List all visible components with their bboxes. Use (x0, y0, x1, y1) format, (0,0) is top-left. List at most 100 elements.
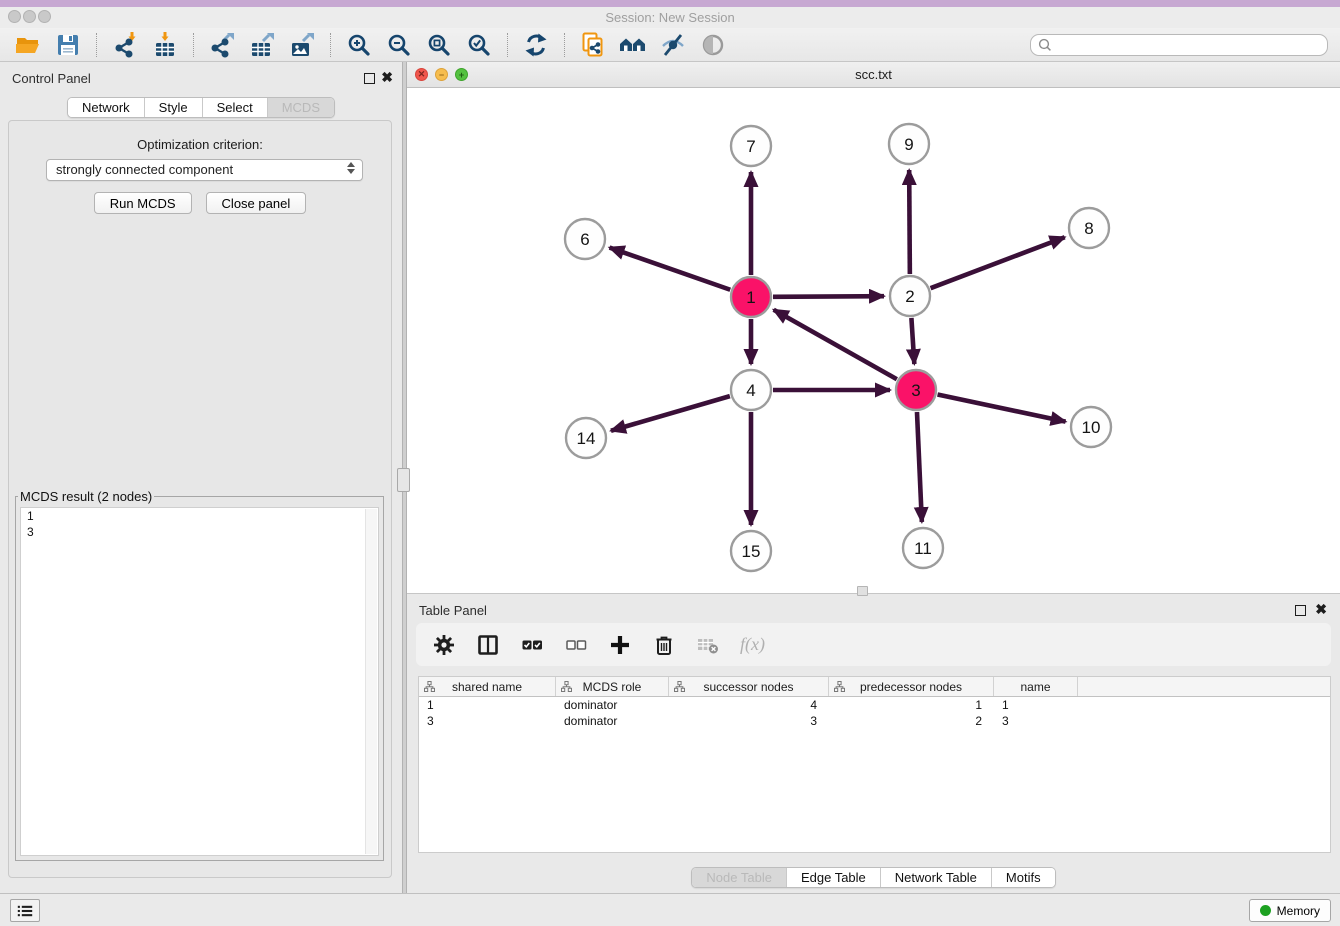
node-11[interactable]: 11 (903, 528, 943, 568)
float-table-panel-icon[interactable] (1295, 605, 1306, 616)
node-1[interactable]: 1 (731, 277, 771, 317)
result-scrollbar[interactable] (365, 509, 377, 854)
column-header-shared-name[interactable]: shared name (419, 677, 556, 696)
tab-edge-table[interactable]: Edge Table (786, 868, 880, 887)
node-label: 1 (746, 288, 755, 307)
network-overview-button[interactable] (619, 31, 647, 59)
edge-1-6[interactable] (610, 248, 731, 290)
edge-3-10[interactable] (938, 395, 1066, 422)
node-label: 15 (742, 542, 761, 561)
show-columns-button[interactable] (476, 633, 500, 657)
edge-4-14[interactable] (611, 396, 730, 431)
statusbar: Memory (0, 893, 1340, 926)
refresh-button[interactable] (522, 31, 550, 59)
float-panel-icon[interactable] (364, 73, 375, 84)
edge-2-3[interactable] (911, 318, 914, 364)
criterion-select[interactable]: strongly connected component (46, 159, 363, 181)
delete-table-button[interactable] (696, 633, 720, 657)
zoom-fit-button[interactable] (425, 31, 453, 59)
table-settings-button[interactable] (432, 633, 456, 657)
edge-2-8[interactable] (931, 237, 1065, 288)
table-cell: 3 (419, 714, 556, 728)
task-history-button[interactable] (10, 899, 40, 922)
vertical-splitter-handle[interactable] (397, 468, 410, 492)
node-2[interactable]: 2 (890, 276, 930, 316)
tab-select[interactable]: Select (202, 98, 267, 117)
node-10[interactable]: 10 (1071, 407, 1111, 447)
node-14[interactable]: 14 (566, 418, 606, 458)
import-network-button[interactable] (111, 31, 139, 59)
tab-network[interactable]: Network (68, 98, 144, 117)
import-table-button[interactable] (151, 31, 179, 59)
hierarchy-icon (424, 681, 435, 692)
network-canvas[interactable]: 7 9 6 8 1 2 4 3 14 10 15 11 (407, 88, 1340, 593)
close-panel-icon[interactable]: ✖ (381, 70, 393, 84)
node-label: 3 (911, 381, 920, 400)
control-panel-title: Control Panel (12, 71, 91, 86)
edge-2-9[interactable] (909, 170, 910, 274)
tab-style[interactable]: Style (144, 98, 202, 117)
zoom-selected-button[interactable] (465, 31, 493, 59)
close-table-panel-icon[interactable]: ✖ (1315, 602, 1327, 616)
edge-1-2[interactable] (773, 296, 884, 297)
table-panel-title: Table Panel (419, 603, 487, 618)
clone-network-button[interactable] (579, 31, 607, 59)
memory-button[interactable]: Memory (1249, 899, 1331, 922)
control-panel: Control Panel ✖ NetworkStyleSelectMCDS O… (0, 62, 402, 893)
node-7[interactable]: 7 (731, 126, 771, 166)
node-8[interactable]: 8 (1069, 208, 1109, 248)
zoom-out-button[interactable] (385, 31, 413, 59)
mcds-tab-content: Optimization criterion: strongly connect… (8, 120, 392, 878)
close-panel-button[interactable]: Close panel (206, 192, 307, 214)
add-column-button[interactable] (608, 633, 632, 657)
table-row[interactable]: 3dominator323 (419, 713, 1330, 729)
open-session-button[interactable] (14, 31, 42, 59)
save-session-button[interactable] (54, 31, 82, 59)
delete-column-button[interactable] (652, 633, 676, 657)
column-header-name[interactable]: name (994, 677, 1078, 696)
import-table-icon (152, 32, 178, 58)
node-3[interactable]: 3 (896, 370, 936, 410)
column-header-predecessor-nodes[interactable]: predecessor nodes (829, 677, 994, 696)
hierarchy-icon (561, 681, 572, 692)
edge-3-1[interactable] (774, 310, 897, 379)
run-mcds-button[interactable]: Run MCDS (94, 192, 192, 214)
tab-motifs[interactable]: Motifs (991, 868, 1055, 887)
search-input[interactable] (1030, 34, 1328, 56)
add-column-icon (608, 633, 632, 657)
delete-table-icon (696, 633, 720, 657)
apply-function-button[interactable]: f(x) (740, 633, 765, 657)
show-hidden-button[interactable] (699, 31, 727, 59)
result-line: 3 (21, 524, 378, 540)
node-4[interactable]: 4 (731, 370, 771, 410)
table-cell: 1 (829, 698, 994, 712)
select-all-rows-button[interactable] (520, 633, 544, 657)
export-network-button[interactable] (208, 31, 236, 59)
hide-selected-button[interactable] (659, 31, 687, 59)
node-table: shared nameMCDS rolesuccessor nodesprede… (418, 676, 1331, 853)
table-cell: 3 (994, 714, 1078, 728)
tab-node-table[interactable]: Node Table (692, 868, 786, 887)
export-table-icon (249, 32, 275, 58)
tab-network-table[interactable]: Network Table (880, 868, 991, 887)
node-9[interactable]: 9 (889, 124, 929, 164)
tab-mcds[interactable]: MCDS (267, 98, 334, 117)
export-image-button[interactable] (288, 31, 316, 59)
table-row[interactable]: 1dominator411 (419, 697, 1330, 713)
network-window-titlebar[interactable]: ✕ − + scc.txt (407, 62, 1340, 88)
node-15[interactable]: 15 (731, 531, 771, 571)
export-table-button[interactable] (248, 31, 276, 59)
zoom-in-button[interactable] (345, 31, 373, 59)
optimization-criterion-label: Optimization criterion: (9, 137, 391, 152)
column-header-MCDS-role[interactable]: MCDS role (556, 677, 669, 696)
node-6[interactable]: 6 (565, 219, 605, 259)
column-header-successor-nodes[interactable]: successor nodes (669, 677, 829, 696)
mcds-result-list[interactable]: 13 (20, 507, 379, 856)
deselect-all-rows-button[interactable] (564, 633, 588, 657)
node-label: 2 (905, 287, 914, 306)
toolbar-separator (330, 33, 331, 57)
edge-3-11[interactable] (917, 412, 922, 522)
node-label: 6 (580, 230, 589, 249)
horizontal-splitter-handle[interactable] (857, 586, 868, 596)
export-image-icon (289, 32, 315, 58)
